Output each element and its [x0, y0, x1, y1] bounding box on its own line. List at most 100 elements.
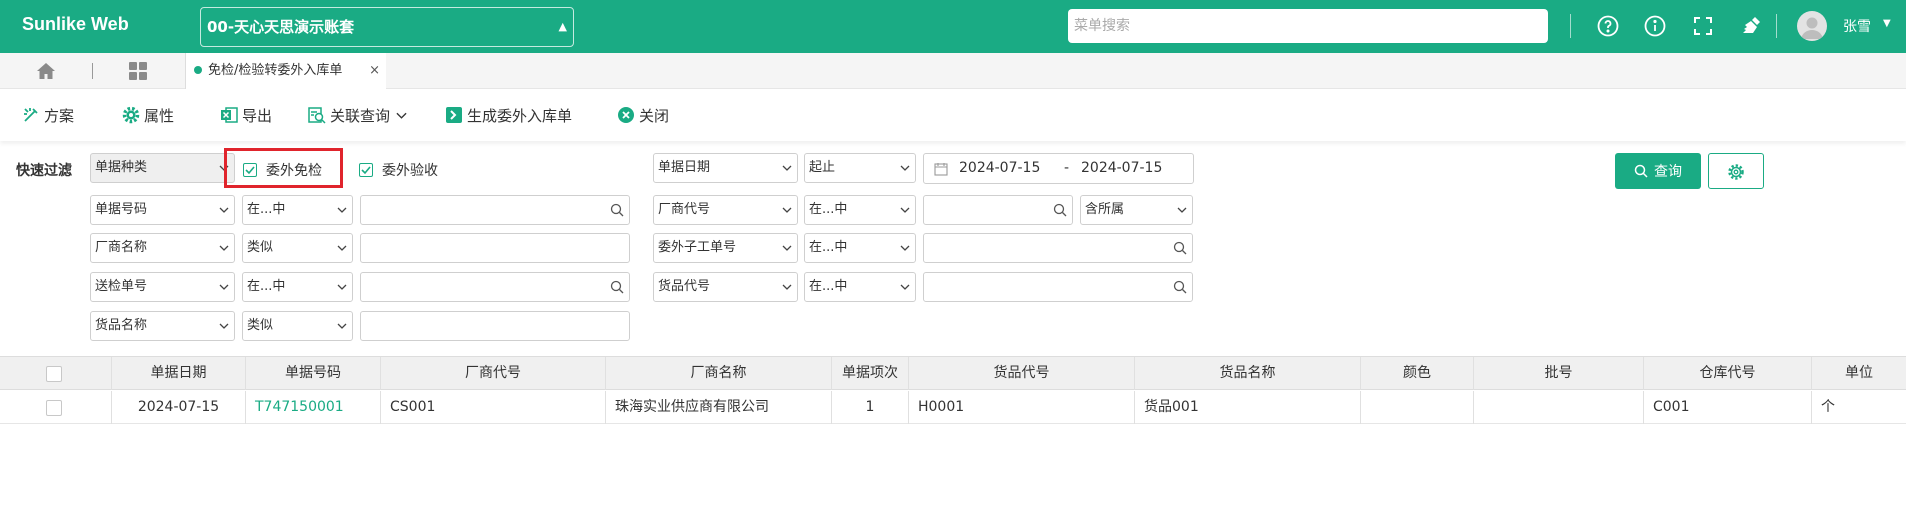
help-icon[interactable] — [1596, 14, 1620, 38]
properties-label: 属性 — [144, 106, 175, 125]
search-icon[interactable] — [1173, 241, 1187, 255]
doc-type-select[interactable]: 单据种类 — [90, 153, 235, 183]
column-header[interactable]: 单据号码 — [246, 357, 381, 390]
search-icon — [1634, 164, 1648, 178]
query-button[interactable]: 查询 — [1615, 153, 1701, 189]
column-header[interactable]: 单据项次 — [832, 357, 909, 390]
cell-date: 2024-07-15 — [112, 391, 246, 424]
search-icon[interactable] — [610, 203, 624, 217]
search-icon[interactable] — [1173, 280, 1187, 294]
date-range-input[interactable]: 2024-07-15 - 2024-07-15 — [923, 153, 1194, 184]
cell-color — [1361, 391, 1474, 424]
chevron-down-icon[interactable]: ▼ — [1883, 18, 1891, 29]
field-value: 厂商名称 — [95, 240, 148, 255]
field-select-item-code[interactable]: 货品代号 — [653, 272, 798, 302]
operator-select[interactable]: 类似 — [242, 311, 353, 341]
field-select-doc-no[interactable]: 单据号码 — [90, 195, 235, 225]
tab-active[interactable]: 免检/检验转委外入库单 × — [186, 53, 386, 89]
info-icon[interactable] — [1643, 14, 1667, 38]
sub-order-input[interactable] — [923, 233, 1193, 263]
item-code-input[interactable] — [923, 272, 1193, 302]
field-select-inspect-no[interactable]: 送检单号 — [90, 272, 235, 302]
operator-select[interactable]: 在...中 — [242, 195, 353, 225]
header-select-all[interactable] — [0, 357, 112, 390]
tab-label: 免检/检验转委外入库单 — [208, 63, 343, 78]
cell-warehouse: C001 — [1644, 391, 1812, 424]
column-header[interactable]: 单位 — [1812, 357, 1906, 390]
column-header[interactable]: 厂商名称 — [606, 357, 832, 390]
date-field-value: 单据日期 — [658, 160, 711, 175]
column-header[interactable]: 颜色 — [1361, 357, 1474, 390]
cell-batch — [1474, 391, 1644, 424]
fullscreen-icon[interactable] — [1691, 14, 1715, 38]
doc-no-input[interactable] — [360, 195, 630, 225]
generate-icon — [445, 106, 463, 124]
related-query-button[interactable]: 关联查询 — [308, 104, 407, 126]
column-header[interactable]: 仓库代号 — [1644, 357, 1812, 390]
generate-inbound-button[interactable]: 生成委外入库单 — [445, 104, 572, 126]
field-select-vendor-name[interactable]: 厂商名称 — [90, 233, 235, 263]
active-dot-icon — [194, 65, 202, 74]
column-header[interactable]: 货品代号 — [909, 357, 1135, 390]
export-button[interactable]: 导出 — [220, 104, 272, 126]
checkbox-icon[interactable] — [46, 366, 62, 382]
operator-select[interactable]: 在...中 — [804, 195, 916, 225]
chevron-down-icon — [900, 284, 910, 290]
field-value: 货品代号 — [658, 279, 711, 294]
chevron-down-icon — [337, 245, 347, 251]
avatar[interactable] — [1797, 11, 1827, 41]
column-header[interactable]: 批号 — [1474, 357, 1644, 390]
close-tab-icon[interactable]: × — [369, 53, 380, 89]
operator-select[interactable]: 在...中 — [242, 272, 353, 302]
operator-select[interactable]: 类似 — [242, 233, 353, 263]
data-grid: 单据日期 单据号码 厂商代号 厂商名称 单据项次 货品代号 货品名称 颜色 批号… — [0, 356, 1906, 511]
column-header[interactable]: 单据日期 — [112, 357, 246, 390]
chevron-down-icon — [900, 207, 910, 213]
close-button[interactable]: 关闭 — [617, 104, 669, 126]
plan-icon — [22, 106, 40, 124]
user-name[interactable]: 张雪 — [1843, 16, 1871, 36]
account-selector[interactable]: 00-天心天思演示账套 ▲ — [200, 7, 574, 47]
include-subordinate-select[interactable]: 含所属 — [1080, 195, 1193, 225]
chevron-down-icon — [782, 207, 792, 213]
vendor-name-input[interactable] — [360, 233, 630, 263]
field-select-vendor-code[interactable]: 厂商代号 — [653, 195, 798, 225]
cell-vendor-name: 珠海实业供应商有限公司 — [606, 391, 832, 424]
item-name-input[interactable] — [360, 311, 630, 341]
chevron-down-icon — [337, 284, 347, 290]
field-select-sub-order[interactable]: 委外子工单号 — [653, 233, 798, 263]
exempt-checkbox[interactable]: 委外免检 — [243, 160, 322, 180]
row-select[interactable] — [0, 391, 112, 424]
properties-button[interactable]: 属性 — [122, 104, 174, 126]
gear-icon — [1728, 164, 1744, 180]
date-mode-select[interactable]: 起止 — [804, 153, 916, 183]
field-select-item-name[interactable]: 货品名称 — [90, 311, 235, 341]
gear-icon — [122, 106, 140, 124]
apps-grid-icon[interactable] — [128, 62, 148, 80]
operator-select[interactable]: 在...中 — [804, 272, 916, 302]
inspect-checkbox[interactable]: 委外验收 — [359, 160, 438, 180]
chevron-down-icon — [396, 106, 407, 124]
vendor-code-input[interactable] — [923, 195, 1073, 225]
date-to[interactable]: 2024-07-15 — [1081, 160, 1162, 176]
plan-button[interactable]: 方案 — [22, 104, 74, 126]
inspect-no-input[interactable] — [360, 272, 630, 302]
clear-icon[interactable] — [1740, 14, 1764, 38]
home-icon[interactable] — [36, 62, 56, 80]
table-row[interactable]: 2024-07-15 T747150001 CS001 珠海实业供应商有限公司 … — [0, 391, 1906, 424]
checkbox-icon[interactable] — [46, 400, 62, 416]
menu-search-input[interactable]: 菜单搜索 — [1068, 9, 1548, 43]
column-header[interactable]: 厂商代号 — [381, 357, 606, 390]
date-from[interactable]: 2024-07-15 — [959, 160, 1040, 176]
date-field-select[interactable]: 单据日期 — [653, 153, 798, 183]
column-header[interactable]: 货品名称 — [1135, 357, 1361, 390]
include-subordinate-value: 含所属 — [1085, 202, 1125, 217]
exempt-label: 委外免检 — [266, 163, 322, 179]
chevron-down-icon — [782, 165, 792, 171]
operator-select[interactable]: 在...中 — [804, 233, 916, 263]
cell-doc-no-link[interactable]: T747150001 — [246, 391, 381, 424]
inspect-label: 委外验收 — [382, 163, 438, 179]
search-icon[interactable] — [1053, 203, 1067, 217]
filter-settings-button[interactable] — [1708, 153, 1764, 189]
search-icon[interactable] — [610, 280, 624, 294]
